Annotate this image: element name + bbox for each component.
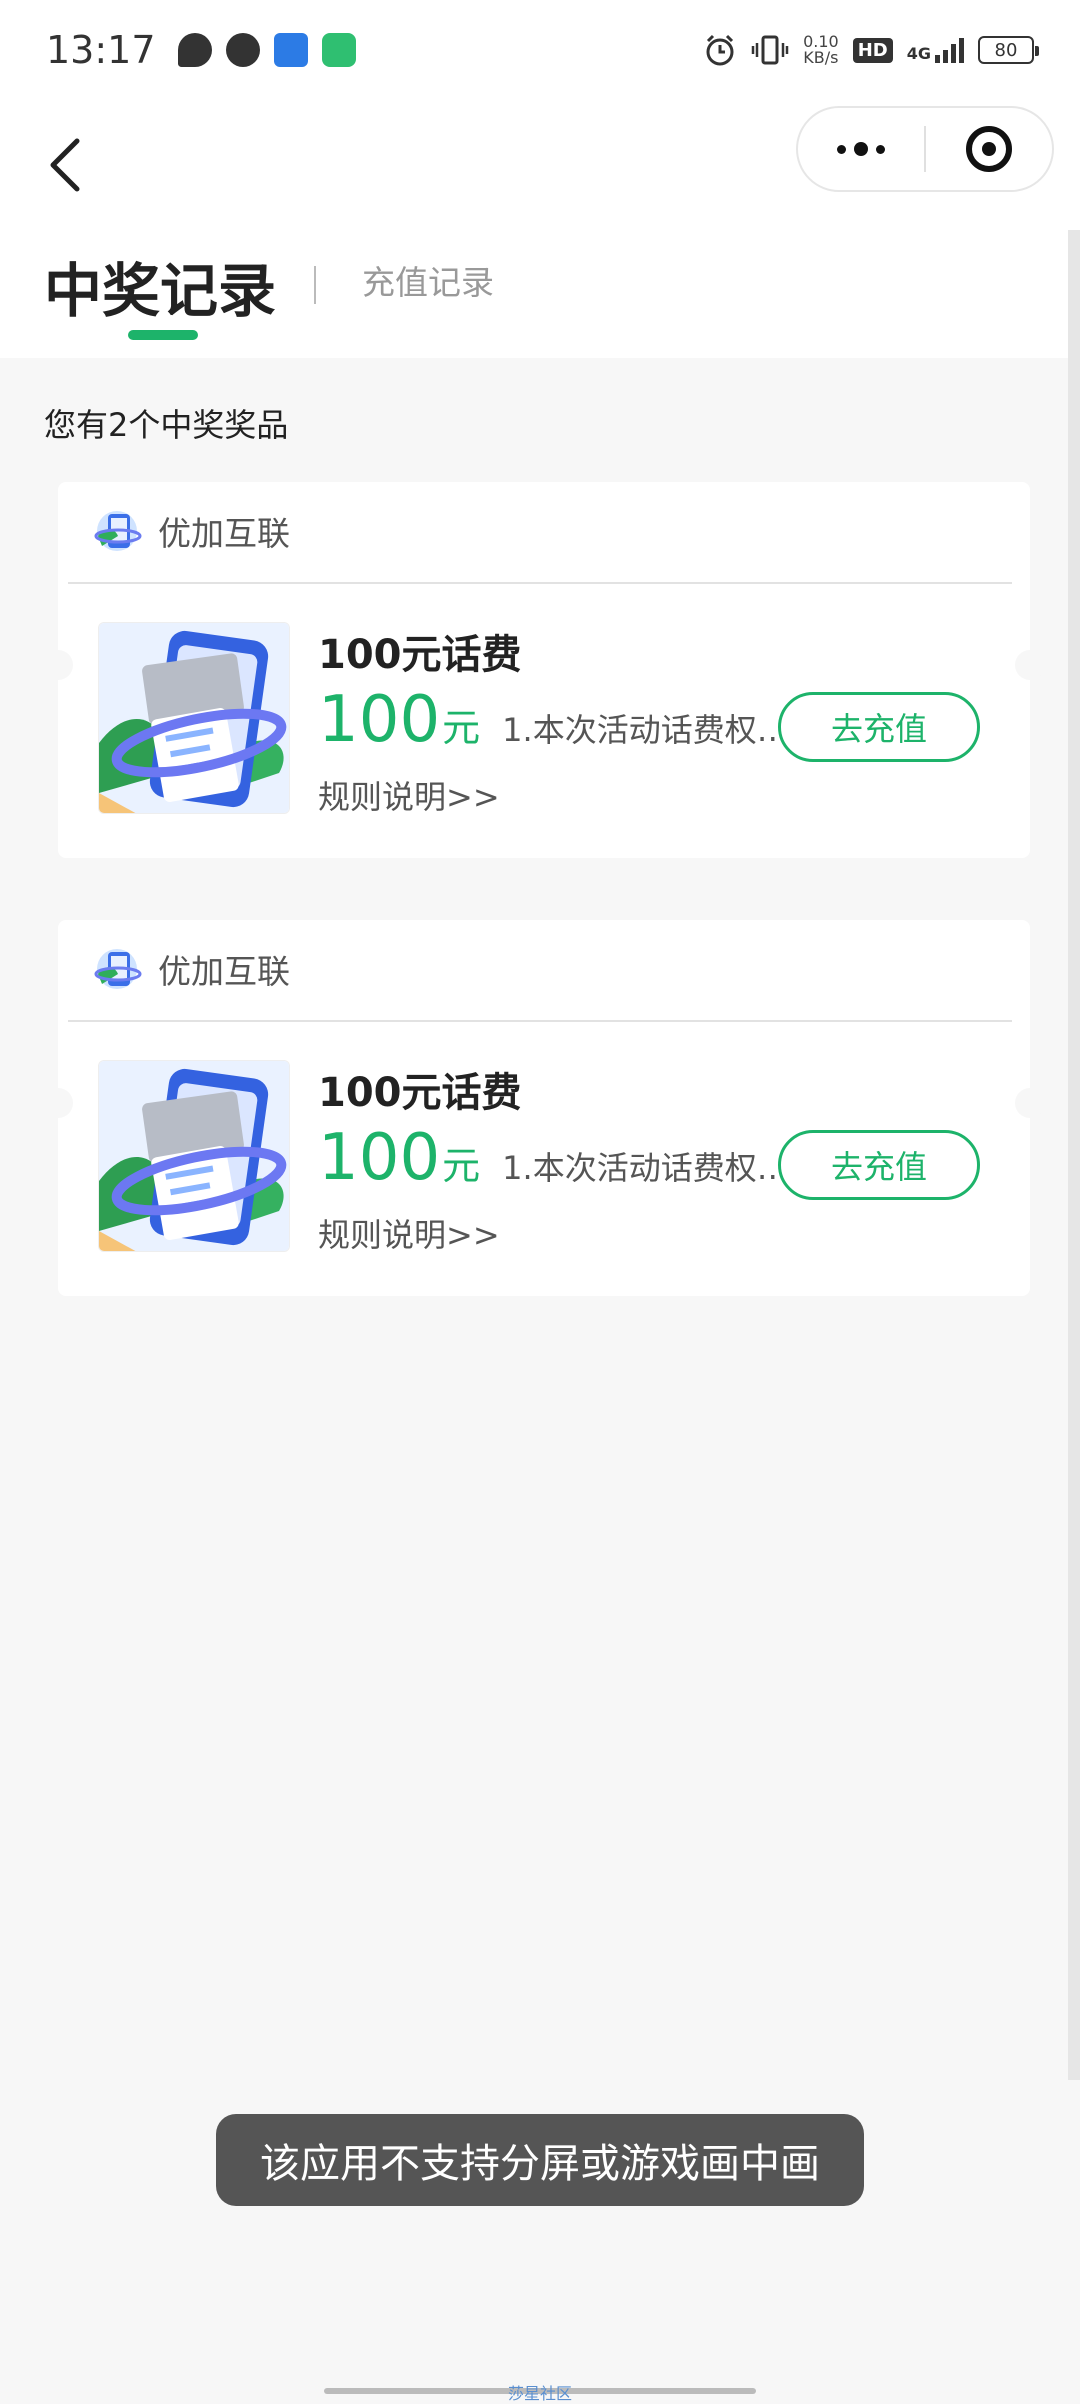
status-bar: 13:17 0.10 KB/s HD 4G 80 bbox=[0, 0, 1080, 100]
brand-logo-icon bbox=[94, 949, 142, 989]
battery-level: 80 bbox=[994, 39, 1018, 61]
recharge-button[interactable]: 去充值 bbox=[778, 1130, 980, 1200]
miniprogram-capsule bbox=[796, 106, 1054, 192]
notification-icons bbox=[177, 33, 356, 67]
target-icon bbox=[966, 126, 1012, 172]
record-tabs: 中奖记录 充值记录 bbox=[0, 230, 1068, 358]
network-type: 4G bbox=[906, 44, 931, 63]
toast-message: 该应用不支持分屏或游戏画中画 bbox=[216, 2114, 864, 2206]
prize-amount-row: 100 元 1.本次活动话费权… bbox=[318, 688, 792, 752]
alarm-icon bbox=[706, 34, 734, 66]
message-icon bbox=[177, 33, 212, 67]
status-right: 0.10 KB/s HD 4G 80 bbox=[703, 33, 1039, 67]
prize-title: 100元话费 bbox=[318, 1070, 522, 1116]
brand-logo-icon bbox=[94, 511, 142, 551]
card-header: 优加互联 bbox=[92, 506, 290, 556]
network-speed: 0.10 KB/s bbox=[803, 34, 839, 66]
more-icon bbox=[837, 142, 885, 156]
prize-card: 优加互联 100元话费 100 元 1.本次活动话费权… 规则说明>> 去充值 bbox=[43, 482, 1045, 858]
tab-divider bbox=[314, 266, 316, 304]
more-button[interactable] bbox=[798, 108, 924, 190]
prize-image bbox=[98, 1060, 290, 1252]
network-speed-unit: KB/s bbox=[803, 48, 839, 67]
app-notification-icon bbox=[273, 33, 308, 67]
card-divider bbox=[68, 582, 1012, 584]
prize-amount-unit: 元 bbox=[442, 1144, 481, 1188]
status-time: 13:17 bbox=[46, 28, 156, 72]
prize-description: 1.本次活动话费权… bbox=[502, 1149, 789, 1187]
prize-amount-unit: 元 bbox=[442, 706, 481, 750]
vibrate-icon bbox=[751, 35, 789, 65]
prize-title: 100元话费 bbox=[318, 632, 522, 678]
cellular-signal: 4G bbox=[907, 37, 964, 63]
tab-prize-records[interactable]: 中奖记录 bbox=[44, 244, 276, 328]
rules-link[interactable]: 规则说明>> bbox=[318, 1210, 500, 1256]
tab-recharge-records[interactable]: 充值记录 bbox=[362, 256, 494, 304]
prize-description: 1.本次活动话费权… bbox=[502, 711, 789, 749]
brand-name: 优加互联 bbox=[158, 952, 290, 991]
card-divider bbox=[68, 1020, 1012, 1022]
prize-card: 优加互联 100元话费 100 元 1.本次活动话费权… 规则说明>> 去充值 bbox=[43, 920, 1045, 1296]
rules-link[interactable]: 规则说明>> bbox=[318, 772, 500, 818]
chevron-left-icon bbox=[50, 138, 80, 192]
prize-amount-row: 100 元 1.本次活动话费权… bbox=[318, 1126, 792, 1190]
tab-active-indicator bbox=[128, 330, 198, 340]
watermark: 莎星社区 bbox=[508, 2384, 573, 2403]
signal-bars-icon bbox=[935, 37, 964, 63]
scrollbar[interactable] bbox=[1068, 230, 1080, 2080]
prize-amount: 100 bbox=[318, 683, 441, 757]
prize-summary: 您有2个中奖奖品 bbox=[44, 406, 289, 444]
prize-image bbox=[98, 622, 290, 814]
nav-bar bbox=[0, 100, 1080, 230]
video-app-icon bbox=[321, 33, 356, 67]
brand-name: 优加互联 bbox=[158, 514, 290, 553]
hd-badge: HD bbox=[852, 37, 893, 63]
wechat-icon bbox=[225, 33, 260, 67]
prize-amount: 100 bbox=[318, 1121, 441, 1195]
back-button[interactable] bbox=[30, 120, 100, 210]
recharge-button[interactable]: 去充值 bbox=[778, 692, 980, 762]
card-header: 优加互联 bbox=[92, 944, 290, 994]
battery-icon: 80 bbox=[978, 36, 1039, 64]
close-miniprogram-button[interactable] bbox=[926, 108, 1052, 190]
